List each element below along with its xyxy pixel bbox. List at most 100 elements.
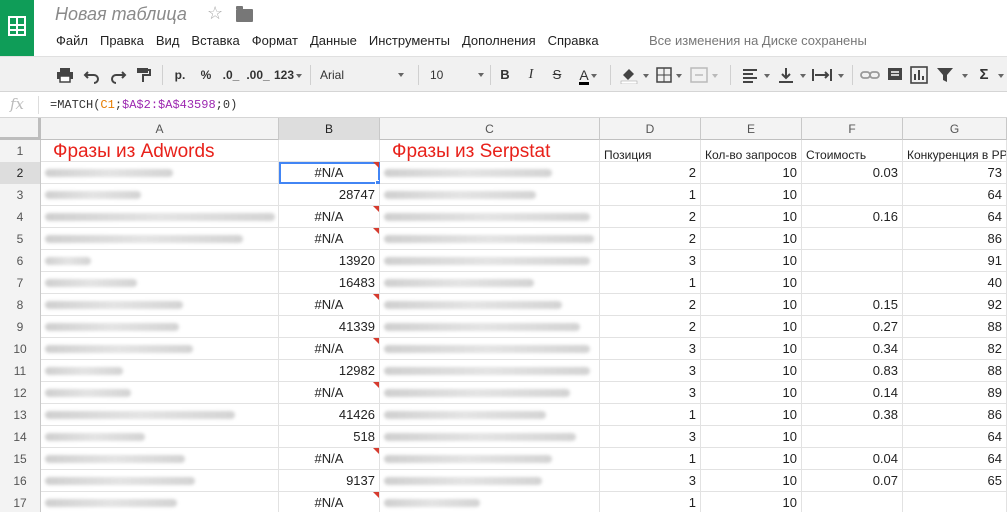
cell-f14[interactable] bbox=[802, 426, 903, 448]
row-header-14[interactable]: 14 bbox=[0, 426, 41, 448]
fill-color-icon[interactable] bbox=[620, 66, 638, 84]
cell-c12[interactable] bbox=[380, 382, 600, 404]
menu-tools[interactable]: Инструменты bbox=[369, 33, 450, 48]
cell-a3[interactable] bbox=[41, 184, 279, 206]
column-header-e[interactable]: E bbox=[701, 118, 802, 140]
menu-help[interactable]: Справка bbox=[548, 33, 599, 48]
cell-g8[interactable]: 92 bbox=[903, 294, 1007, 316]
formula-input[interactable]: =MATCH(C1;$A$2:$A$43598;0) bbox=[50, 98, 237, 112]
cell-e7[interactable]: 10 bbox=[701, 272, 802, 294]
insert-chart-icon[interactable] bbox=[910, 66, 928, 84]
cell-d12[interactable]: 3 bbox=[600, 382, 701, 404]
cell-a1[interactable]: Фразы из Adwords bbox=[41, 140, 279, 162]
row-header-6[interactable]: 6 bbox=[0, 250, 41, 272]
italic-button[interactable]: I bbox=[524, 66, 538, 84]
cell-c15[interactable] bbox=[380, 448, 600, 470]
cell-c9[interactable] bbox=[380, 316, 600, 338]
cell-b12[interactable]: #N/A bbox=[279, 382, 380, 404]
row-header-17[interactable]: 17 bbox=[0, 492, 41, 512]
cell-g5[interactable]: 86 bbox=[903, 228, 1007, 250]
column-header-b[interactable]: B bbox=[279, 118, 380, 140]
cell-g1[interactable]: Конкуренция в РРС bbox=[903, 140, 1007, 162]
cell-f11[interactable]: 0.83 bbox=[802, 360, 903, 382]
cell-c7[interactable] bbox=[380, 272, 600, 294]
cell-a4[interactable] bbox=[41, 206, 279, 228]
text-wrapping-icon[interactable] bbox=[812, 66, 832, 84]
row-header-4[interactable]: 4 bbox=[0, 206, 41, 228]
cell-b9[interactable]: 41339 bbox=[279, 316, 380, 338]
printer-icon[interactable] bbox=[56, 66, 74, 84]
cell-d3[interactable]: 1 bbox=[600, 184, 701, 206]
cell-b14[interactable]: 518 bbox=[279, 426, 380, 448]
cell-b4[interactable]: #N/A bbox=[279, 206, 380, 228]
cell-e2[interactable]: 10 bbox=[701, 162, 802, 184]
cell-e11[interactable]: 10 bbox=[701, 360, 802, 382]
row-header-10[interactable]: 10 bbox=[0, 338, 41, 360]
column-header-c[interactable]: C bbox=[380, 118, 600, 140]
percent-format-button[interactable]: % bbox=[198, 66, 214, 84]
cell-e14[interactable]: 10 bbox=[701, 426, 802, 448]
cell-b6[interactable]: 13920 bbox=[279, 250, 380, 272]
cell-d8[interactable]: 2 bbox=[600, 294, 701, 316]
cell-d2[interactable]: 2 bbox=[600, 162, 701, 184]
save-status[interactable]: Все изменения на Диске сохранены bbox=[649, 33, 867, 48]
cell-f13[interactable]: 0.38 bbox=[802, 404, 903, 426]
menu-insert[interactable]: Вставка bbox=[191, 33, 239, 48]
cell-d15[interactable]: 1 bbox=[600, 448, 701, 470]
row-header-11[interactable]: 11 bbox=[0, 360, 41, 382]
cell-d14[interactable]: 3 bbox=[600, 426, 701, 448]
cell-e6[interactable]: 10 bbox=[701, 250, 802, 272]
cell-a7[interactable] bbox=[41, 272, 279, 294]
cell-d7[interactable]: 1 bbox=[600, 272, 701, 294]
row-header-13[interactable]: 13 bbox=[0, 404, 41, 426]
menu-addons[interactable]: Дополнения bbox=[462, 33, 536, 48]
cell-c17[interactable] bbox=[380, 492, 600, 512]
cell-a13[interactable] bbox=[41, 404, 279, 426]
cell-b16[interactable]: 9137 bbox=[279, 470, 380, 492]
strikethrough-button[interactable]: S bbox=[550, 66, 564, 84]
menu-view[interactable]: Вид bbox=[156, 33, 180, 48]
cell-f6[interactable] bbox=[802, 250, 903, 272]
row-header-5[interactable]: 5 bbox=[0, 228, 41, 250]
cell-d1[interactable]: Позиция bbox=[600, 140, 701, 162]
column-header-d[interactable]: D bbox=[600, 118, 701, 140]
cell-a14[interactable] bbox=[41, 426, 279, 448]
cell-b2[interactable]: #N/A bbox=[279, 162, 380, 184]
cell-f17[interactable] bbox=[802, 492, 903, 512]
cell-c11[interactable] bbox=[380, 360, 600, 382]
cell-a6[interactable] bbox=[41, 250, 279, 272]
cell-b13[interactable]: 41426 bbox=[279, 404, 380, 426]
row-header-9[interactable]: 9 bbox=[0, 316, 41, 338]
star-icon[interactable]: ☆ bbox=[207, 3, 223, 24]
cell-g3[interactable]: 64 bbox=[903, 184, 1007, 206]
functions-button[interactable]: Σ bbox=[976, 66, 992, 84]
cell-d11[interactable]: 3 bbox=[600, 360, 701, 382]
font-family-select[interactable]: Arial bbox=[320, 66, 406, 84]
cell-b5[interactable]: #N/A bbox=[279, 228, 380, 250]
cell-a10[interactable] bbox=[41, 338, 279, 360]
undo-icon[interactable] bbox=[83, 66, 101, 84]
cell-g13[interactable]: 86 bbox=[903, 404, 1007, 426]
cell-f12[interactable]: 0.14 bbox=[802, 382, 903, 404]
menu-data[interactable]: Данные bbox=[310, 33, 357, 48]
bold-button[interactable]: B bbox=[498, 66, 512, 84]
cell-e8[interactable]: 10 bbox=[701, 294, 802, 316]
cell-c16[interactable] bbox=[380, 470, 600, 492]
cell-g15[interactable]: 64 bbox=[903, 448, 1007, 470]
cell-g7[interactable]: 40 bbox=[903, 272, 1007, 294]
insert-comment-icon[interactable] bbox=[886, 66, 904, 84]
cell-c5[interactable] bbox=[380, 228, 600, 250]
cell-b3[interactable]: 28747 bbox=[279, 184, 380, 206]
cell-a8[interactable] bbox=[41, 294, 279, 316]
cell-a15[interactable] bbox=[41, 448, 279, 470]
cell-f8[interactable]: 0.15 bbox=[802, 294, 903, 316]
cell-d4[interactable]: 2 bbox=[600, 206, 701, 228]
row-header-16[interactable]: 16 bbox=[0, 470, 41, 492]
row-header-7[interactable]: 7 bbox=[0, 272, 41, 294]
cell-e9[interactable]: 10 bbox=[701, 316, 802, 338]
vertical-align-icon[interactable] bbox=[778, 66, 794, 84]
folder-icon[interactable] bbox=[236, 6, 253, 22]
cell-d5[interactable]: 2 bbox=[600, 228, 701, 250]
cell-a17[interactable] bbox=[41, 492, 279, 512]
row-header-8[interactable]: 8 bbox=[0, 294, 41, 316]
